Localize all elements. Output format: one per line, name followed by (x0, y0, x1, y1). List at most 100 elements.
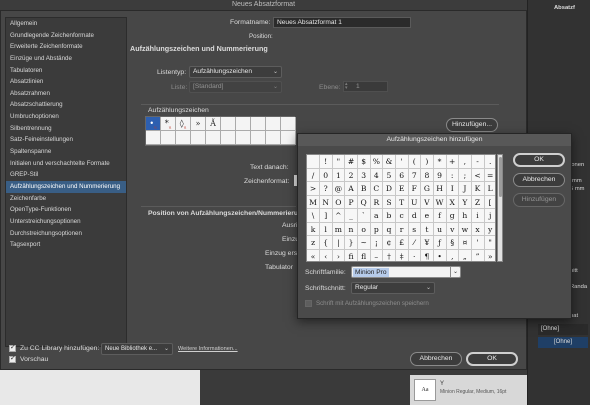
glyph-cell[interactable]: 2 (344, 168, 359, 182)
glyph-cell[interactable]: : (446, 168, 460, 182)
sidebar-item[interactable]: Absatzlinien (6, 76, 126, 88)
glyph-cell[interactable]: ” (471, 249, 485, 261)
bullet-cell[interactable] (191, 131, 206, 145)
bullet-cell[interactable] (236, 117, 251, 131)
glyph-cell[interactable]: | (332, 236, 346, 250)
cc-library-select[interactable]: Neue Bibliothek e... ⌄ (101, 343, 173, 355)
sidebar-item[interactable]: Tabulatoren (6, 65, 126, 77)
glyph-cell[interactable]: w (458, 222, 472, 236)
glyph-cell[interactable]: 8 (420, 168, 434, 182)
bullet-cell[interactable] (251, 131, 266, 145)
glyph-cell[interactable]: d (408, 209, 422, 223)
bullet-cell[interactable] (176, 131, 191, 145)
glyph-cell[interactable]: W (433, 195, 447, 209)
glyph-cell[interactable]: › (332, 249, 346, 261)
glyph-cell[interactable]: 5 (382, 168, 397, 182)
glyph-cell[interactable]: ^ (332, 209, 346, 223)
glyph-cell[interactable]: X (446, 195, 460, 209)
font-style-select[interactable]: Regular ⌄ (351, 282, 435, 294)
sidebar-item[interactable]: Grundlegende Zeichenformate (6, 30, 126, 42)
glyph-cell[interactable]: f (433, 209, 447, 223)
sidebar-item[interactable]: Allgemein (6, 18, 126, 30)
glyph-cell[interactable]: l (319, 222, 333, 236)
glyph-cell[interactable]: j (484, 209, 495, 223)
sidebar-item[interactable]: Aufzählungszeichen und Nummerierung (6, 180, 126, 193)
glyph-cell[interactable]: y (484, 223, 495, 236)
glyph-cell[interactable]: # (344, 155, 359, 169)
stepper-arrows-icon[interactable]: ▴ ▾ (345, 82, 348, 91)
glyph-cell[interactable]: – (370, 249, 384, 261)
glyph-cell[interactable] (307, 155, 321, 169)
glyph-cell[interactable]: % (370, 155, 384, 169)
glyph-cell[interactable]: < (471, 168, 485, 182)
glyph-cell[interactable]: 6 (395, 168, 409, 182)
glyph-scrollbar[interactable] (497, 154, 503, 262)
glyph-cell[interactable]: F (408, 182, 422, 196)
glyph-cell[interactable]: « (307, 249, 321, 261)
glyph-cell[interactable]: > (307, 182, 321, 196)
bullet-cell[interactable] (206, 131, 221, 145)
bullet-cell[interactable] (146, 131, 161, 145)
listtype-select[interactable]: Aufzählungszeichen ⌄ (189, 66, 282, 78)
glyph-cell[interactable]: E (395, 182, 409, 196)
glyph-cell[interactable]: D (382, 182, 397, 196)
glyph-cell[interactable]: " (484, 236, 495, 250)
bullet-cell[interactable] (281, 117, 296, 131)
glyph-cell[interactable]: £ (395, 236, 409, 250)
sidebar-item[interactable]: Silbentrennung (6, 123, 126, 135)
glyph-cell[interactable]: g (446, 209, 460, 223)
glyph-cell[interactable]: e (420, 209, 434, 223)
ok-button[interactable]: OK (466, 352, 518, 366)
glyph-cell[interactable]: t (420, 222, 434, 236)
bullet-cell[interactable]: •u (146, 117, 161, 131)
glyph-cell[interactable]: * (433, 155, 447, 169)
glyph-cell[interactable]: a (370, 209, 384, 223)
glyph-cell[interactable]: 7 (408, 168, 422, 182)
add-bullet-button[interactable]: Hinzufügen... (446, 118, 498, 132)
glyph-cell[interactable]: ¡ (370, 236, 384, 250)
glyph-cell[interactable]: § (446, 236, 460, 250)
glyph-cell[interactable]: & (382, 155, 397, 169)
glyph-cell[interactable]: ﬁ (345, 249, 359, 261)
bullet-cell[interactable] (281, 131, 296, 145)
glyph-cell[interactable]: L (484, 182, 495, 196)
glyph-cell[interactable]: U (408, 195, 422, 209)
sidebar-item[interactable]: Spaltenspanne (6, 146, 126, 158)
glyph-cell[interactable]: • (434, 249, 447, 261)
bullet-cell[interactable]: Ӑ (206, 117, 221, 131)
glyph-cell[interactable]: [ (484, 196, 495, 209)
bullet-cell[interactable] (161, 131, 176, 145)
glyph-cell[interactable]: V (420, 195, 434, 209)
glyph-cell[interactable]: ' (471, 236, 485, 250)
cancel-button[interactable]: Abbrechen (410, 352, 462, 366)
glyph-cell[interactable]: † (383, 249, 397, 261)
more-info-link[interactable]: Weitere Informationen... (178, 346, 238, 352)
glyph-cell[interactable]: m (332, 222, 346, 236)
sidebar-item[interactable]: Erweiterte Zeichenformate (6, 41, 126, 53)
glyph-cell[interactable]: h (458, 209, 472, 223)
style-none-item[interactable]: [Ohne] (538, 324, 588, 335)
add-cancel-button[interactable]: Abbrechen (513, 173, 565, 187)
bullet-cell[interactable] (266, 131, 281, 145)
glyph-cell[interactable]: P (344, 195, 359, 209)
glyph-cell[interactable]: I (446, 182, 460, 196)
cc-library-checkbox[interactable]: Zu CC Library hinzufügen: (9, 343, 99, 352)
glyph-cell[interactable]: 0 (319, 168, 333, 182)
glyph-cell[interactable]: v (446, 222, 460, 236)
glyph-cell[interactable]: $ (357, 155, 371, 169)
glyph-cell[interactable]: ] (319, 209, 333, 223)
sidebar-item[interactable]: Durchstreichungsoptionen (6, 228, 126, 240)
glyph-cell[interactable]: q (382, 222, 397, 236)
glyph-cell[interactable]: ⁄ (408, 236, 422, 250)
bullet-cell[interactable] (251, 117, 266, 131)
glyph-cell[interactable]: Z (471, 195, 485, 209)
glyph-cell[interactable]: ‡ (396, 249, 409, 261)
glyph-cell[interactable]: ! (319, 155, 333, 169)
glyph-cell[interactable]: n (344, 222, 359, 236)
glyph-cell[interactable]: 3 (357, 168, 371, 182)
glyph-cell[interactable]: u (433, 222, 447, 236)
bullet-cell[interactable]: *u (161, 117, 176, 131)
glyph-cell[interactable]: ? (319, 182, 333, 196)
glyph-cell[interactable]: ( (408, 155, 422, 169)
glyph-cell[interactable]: N (319, 195, 333, 209)
